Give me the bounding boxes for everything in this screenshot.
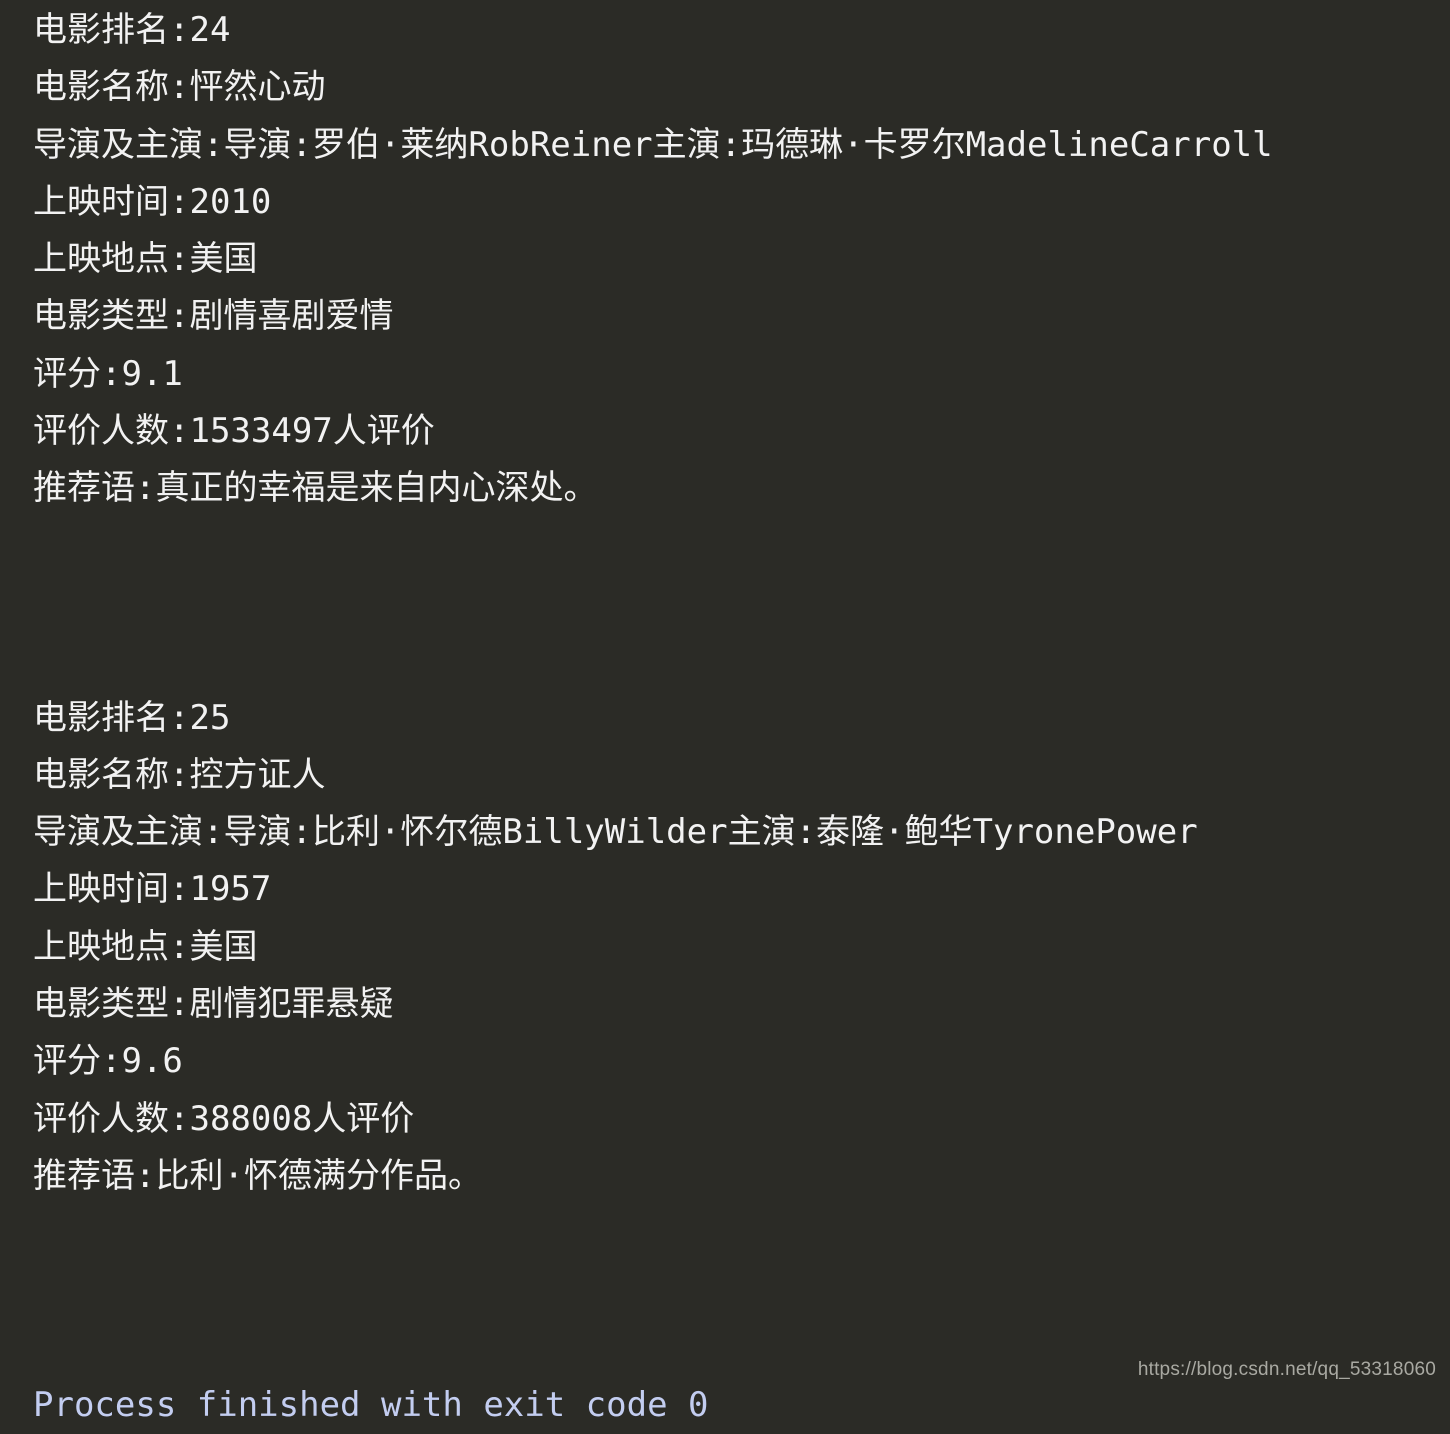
console-line: 导演及主演:导演:罗伯·莱纳RobReiner主演:玛德琳·卡罗尔Madelin…: [33, 124, 1273, 165]
console-line: 评价人数:388008人评价: [33, 1098, 415, 1139]
console-line: 电影名称:控方证人: [33, 754, 326, 795]
console-line: 推荐语:比利·怀德满分作品。: [33, 1155, 482, 1196]
console-line: 电影名称:怦然心动: [33, 67, 326, 108]
console-line: 评分:9.1: [33, 353, 183, 394]
console-line: Process finished with exit code 0: [33, 1385, 709, 1426]
console-line: 评价人数:1533497人评价: [33, 411, 435, 452]
console-line: 上映地点:美国: [33, 926, 258, 967]
console-line: 上映地点:美国: [33, 239, 258, 280]
blog-watermark: https://blog.csdn.net/qq_53318060: [1137, 1359, 1436, 1380]
console-line: 评分:9.6: [33, 1041, 183, 1082]
console-line: 电影排名:24: [33, 10, 231, 50]
console-line: 导演及主演:导演:比利·怀尔德BillyWilder主演:泰隆·鲍华Tyrone…: [33, 812, 1198, 853]
console-line: 电影类型:剧情犯罪悬疑: [33, 984, 394, 1025]
console-line-list: 电影排名:24 电影名称:怦然心动导演及主演:导演:罗伯·莱纳RobReiner主…: [33, 2, 1450, 1434]
console-line: 上映时间:1957: [33, 869, 272, 910]
console-line: 上映时间:2010: [33, 181, 272, 222]
console-line: 推荐语:真正的幸福是来自内心深处。: [33, 468, 598, 509]
run-console-output-panel[interactable]: 电影排名:24 电影名称:怦然心动导演及主演:导演:罗伯·莱纳RobReiner主…: [0, 0, 1450, 1425]
console-line: 电影类型:剧情喜剧爱情: [33, 296, 394, 337]
console-line: 电影排名:25: [33, 697, 231, 738]
